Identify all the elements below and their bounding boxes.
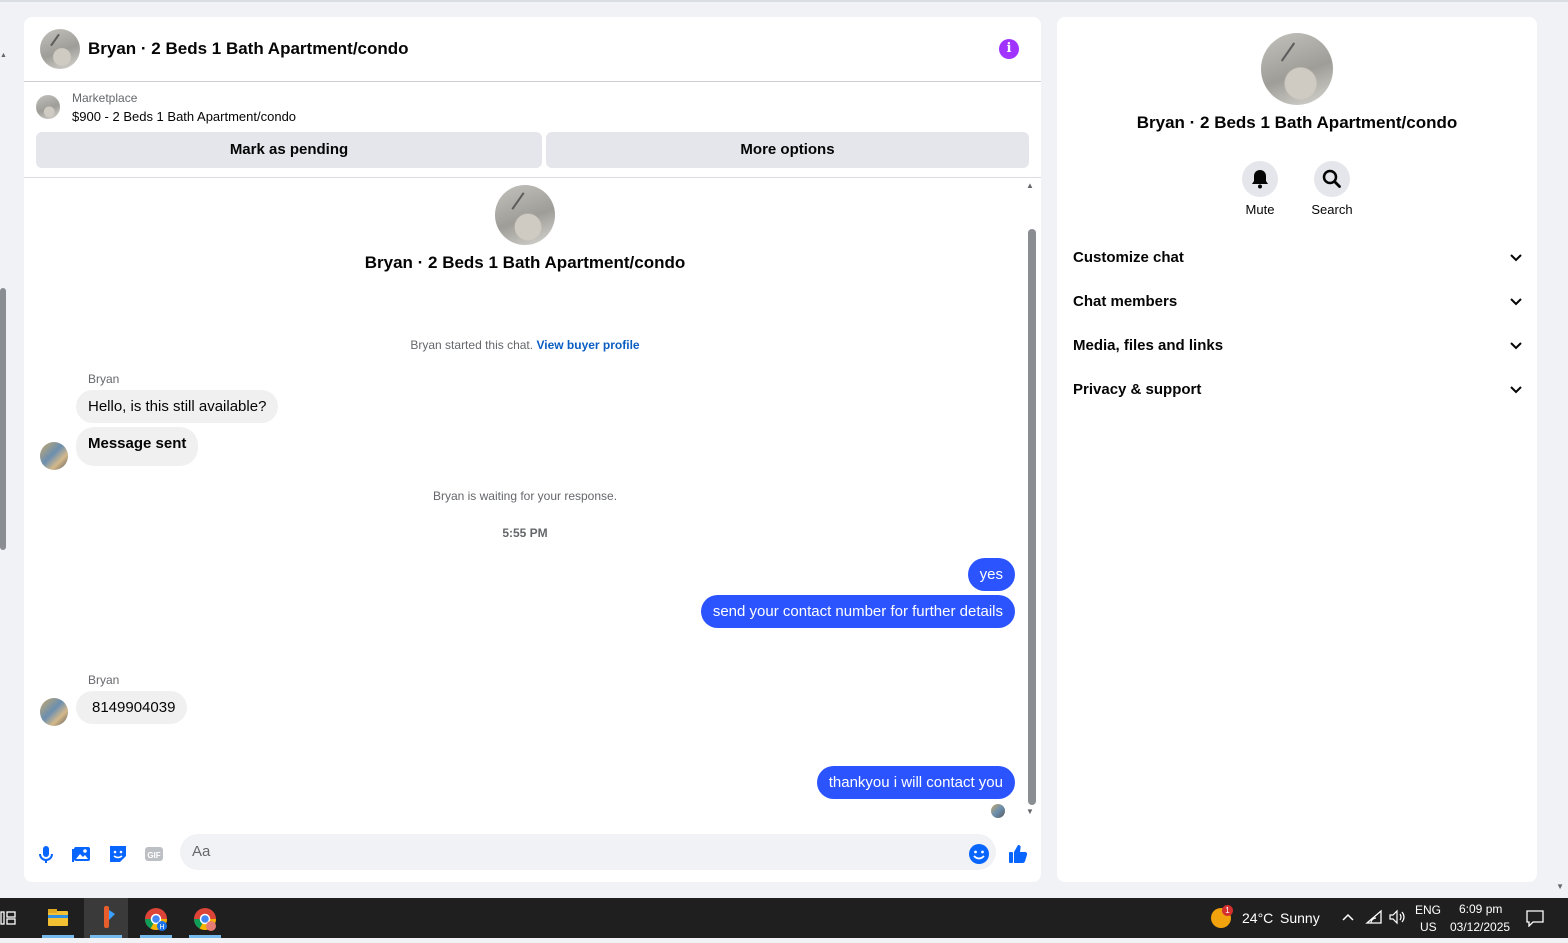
section-label: Media, files and links xyxy=(1073,337,1224,354)
chrome-profile-icon[interactable] xyxy=(183,902,227,938)
region-indicator[interactable]: US xyxy=(1420,920,1437,934)
chat-started-text: Bryan started this chat. xyxy=(410,338,534,352)
image-icon[interactable] xyxy=(71,843,93,865)
search-label: Search xyxy=(1311,202,1353,217)
taskbar: H 1 24°C Sunny ENG US 6:09 pm 03/12/2025 xyxy=(0,898,1568,938)
mark-as-pending-button[interactable]: Mark as pending xyxy=(36,132,542,168)
chat-title[interactable]: Bryan · 2 Beds 1 Bath Apartment/condo xyxy=(88,39,409,59)
search-button[interactable] xyxy=(1314,161,1350,197)
search-icon xyxy=(1322,169,1341,188)
chevron-up-icon[interactable] xyxy=(1341,910,1355,929)
section-label: Chat members xyxy=(1073,293,1178,310)
sender-avatar[interactable] xyxy=(40,698,68,726)
marketplace-label: Marketplace xyxy=(72,91,138,105)
message-input-placeholder: Aa xyxy=(192,843,211,860)
section-label: Customize chat xyxy=(1073,249,1184,266)
sender-avatar[interactable] xyxy=(40,442,68,470)
chat-header: Bryan · 2 Beds 1 Bath Apartment/condo i xyxy=(24,17,1041,82)
conversation-info-panel: Bryan · 2 Beds 1 Bath Apartment/condo Mu… xyxy=(1057,17,1537,882)
weather-description[interactable]: Sunny xyxy=(1280,910,1320,926)
customize-chat-section[interactable]: Customize chat xyxy=(1073,249,1523,273)
chat-scrollbar-thumb[interactable] xyxy=(1028,229,1036,805)
info-title: Bryan · 2 Beds 1 Bath Apartment/condo xyxy=(1136,113,1458,132)
chat-members-section[interactable]: Chat members xyxy=(1073,293,1523,317)
chat-panel: Bryan · 2 Beds 1 Bath Apartment/condo i … xyxy=(24,17,1041,882)
page-scroll-down-arrow[interactable]: ▼ xyxy=(1556,882,1564,891)
outgoing-message[interactable]: send your contact number for further det… xyxy=(700,595,1015,628)
listing-title[interactable]: $900 - 2 Beds 1 Bath Apartment/condo xyxy=(72,109,296,124)
incoming-message[interactable]: 8149904039 xyxy=(76,691,188,724)
mute-button[interactable] xyxy=(1242,161,1278,197)
more-options-button[interactable]: More options xyxy=(546,132,1029,168)
file-explorer-icon[interactable] xyxy=(36,902,80,938)
chevron-down-icon xyxy=(1510,254,1522,262)
chevron-down-icon xyxy=(1510,386,1522,394)
incoming-message[interactable]: Message sent xyxy=(76,427,199,466)
like-icon[interactable] xyxy=(1007,843,1029,865)
volume-icon[interactable] xyxy=(1388,909,1406,930)
media-files-links-section[interactable]: Media, files and links xyxy=(1073,337,1523,361)
weather-temperature[interactable]: 24°C xyxy=(1242,910,1273,926)
sender-name: Bryan xyxy=(88,372,120,386)
gif-icon-label: GIF xyxy=(147,851,160,860)
listing-thumbnail[interactable] xyxy=(36,95,60,119)
chat-scroll-down-arrow[interactable]: ▼ xyxy=(1026,807,1034,816)
section-label: Privacy & support xyxy=(1073,381,1202,398)
chat-scroll-up-arrow[interactable]: ▲ xyxy=(1026,181,1034,190)
weather-badge: 1 xyxy=(1222,905,1233,916)
conversation-title: Bryan · 2 Beds 1 Bath Apartment/condo xyxy=(364,253,686,272)
divider xyxy=(24,177,1041,178)
bell-icon xyxy=(1252,170,1268,189)
left-scroll-arrow[interactable]: ▲ xyxy=(0,52,7,59)
mute-label: Mute xyxy=(1245,202,1275,217)
sender-name: Bryan xyxy=(88,673,120,687)
chat-started-notice: Bryan started this chat. View buyer prof… xyxy=(24,338,1026,352)
privacy-support-section[interactable]: Privacy & support xyxy=(1073,381,1523,405)
notification-icon[interactable] xyxy=(1525,909,1545,932)
info-avatar[interactable] xyxy=(1261,33,1333,105)
outgoing-message[interactable]: yes xyxy=(967,558,1015,591)
emoji-icon[interactable] xyxy=(968,843,990,865)
chrome-profile-h-icon[interactable]: H xyxy=(134,902,178,938)
view-buyer-profile-link[interactable]: View buyer profile xyxy=(536,338,639,352)
clock-time[interactable]: 6:09 pm xyxy=(1459,902,1502,916)
info-icon[interactable]: i xyxy=(999,39,1019,59)
incoming-message[interactable]: Hello, is this still available? xyxy=(76,390,279,423)
chevron-down-icon xyxy=(1510,342,1522,350)
sticker-icon[interactable] xyxy=(107,843,129,865)
app-icon-active[interactable] xyxy=(84,898,128,938)
left-scrollbar[interactable] xyxy=(0,288,6,550)
chat-avatar[interactable] xyxy=(40,29,80,69)
network-icon[interactable] xyxy=(1365,909,1383,930)
seen-indicator-avatar xyxy=(991,804,1005,818)
svg-text:H: H xyxy=(159,924,164,931)
gif-icon[interactable]: GIF xyxy=(143,843,165,865)
conversation-avatar xyxy=(495,185,555,245)
top-border xyxy=(0,0,1568,2)
message-input[interactable] xyxy=(180,834,996,870)
microphone-icon[interactable] xyxy=(35,843,57,865)
outgoing-message[interactable]: thankyou i will contact you xyxy=(816,766,1015,799)
message-timestamp: 5:55 PM xyxy=(502,526,548,540)
clock-date[interactable]: 03/12/2025 xyxy=(1450,920,1510,934)
task-view-icon[interactable] xyxy=(0,910,16,931)
chevron-down-icon xyxy=(1510,298,1522,306)
language-indicator[interactable]: ENG xyxy=(1415,903,1441,917)
waiting-notice: Bryan is waiting for your response. xyxy=(432,489,618,503)
